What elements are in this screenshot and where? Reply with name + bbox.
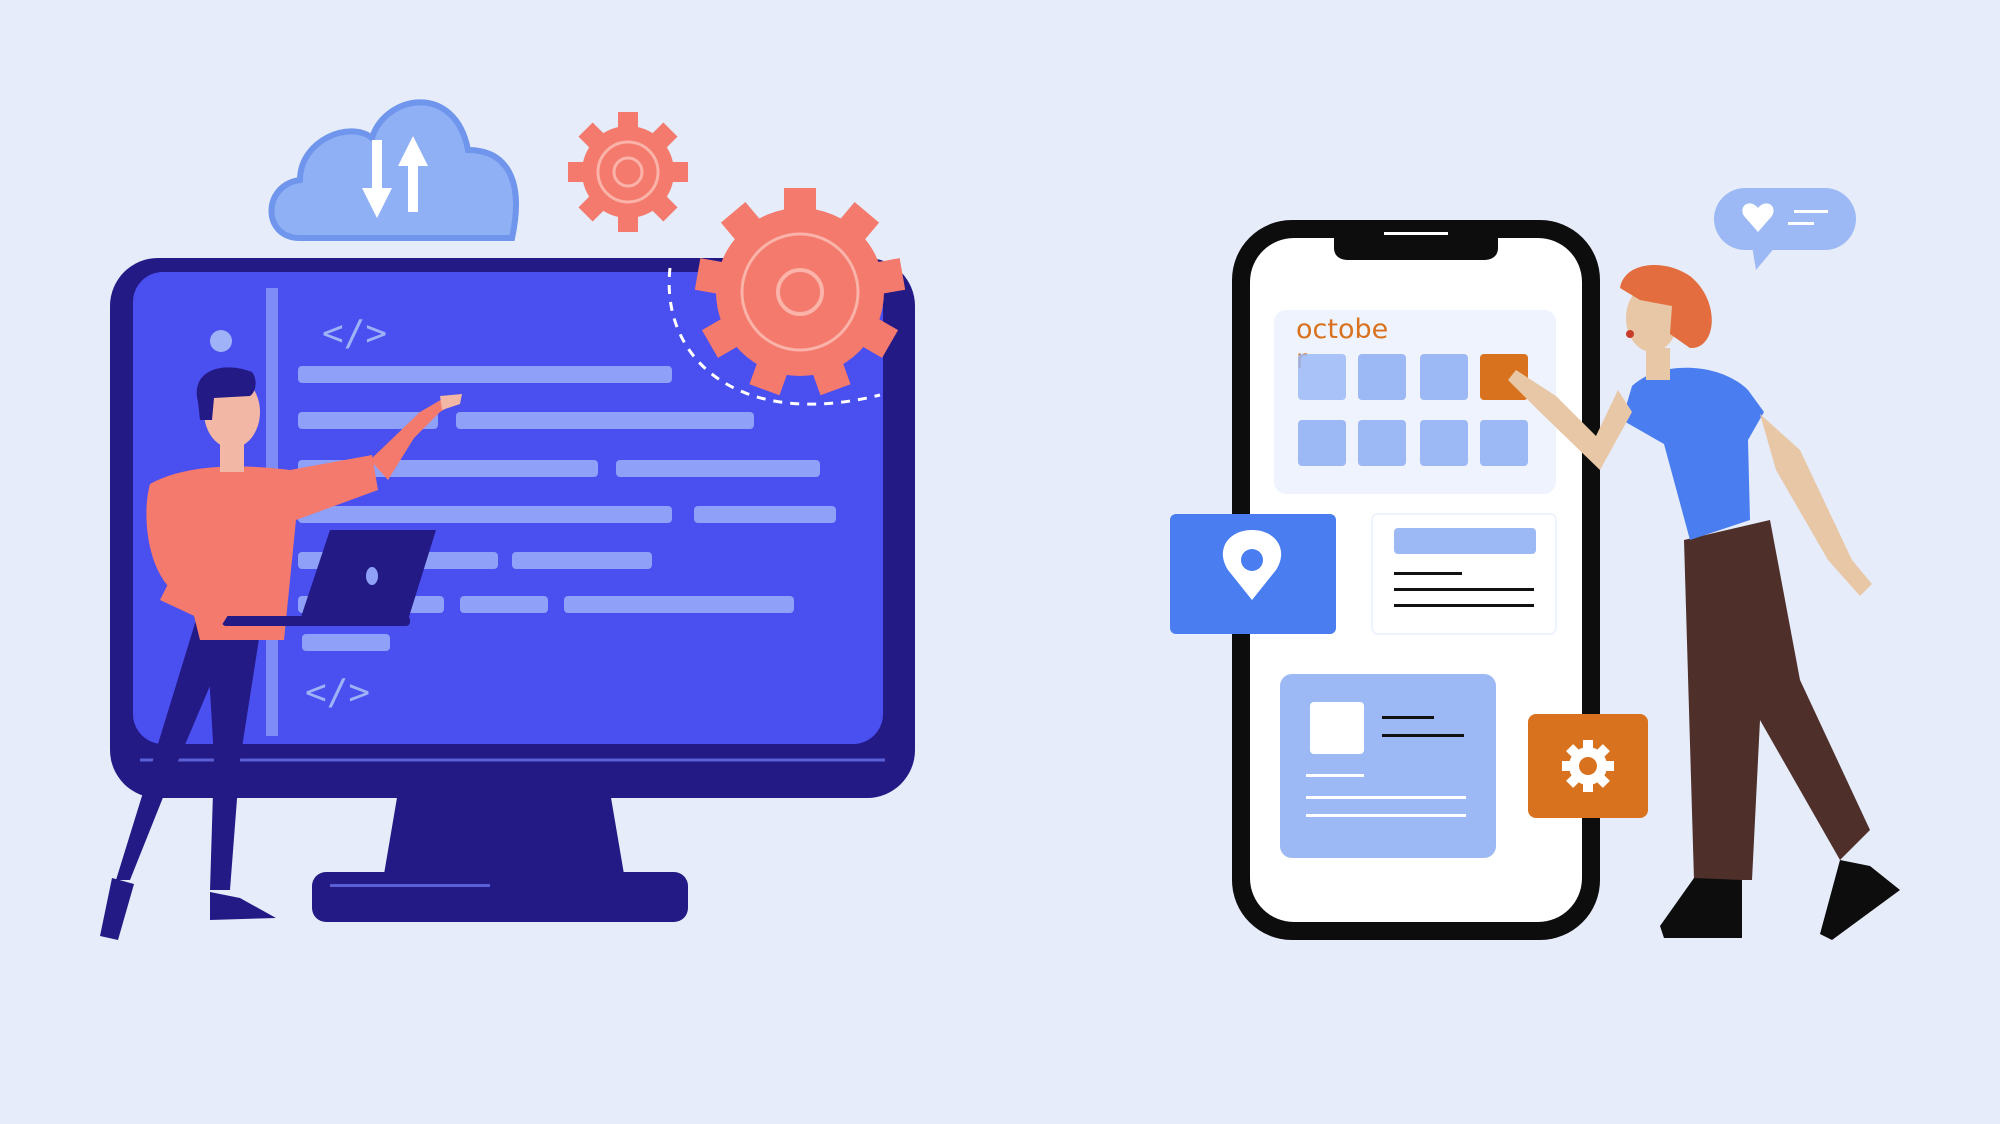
media-card xyxy=(1280,674,1496,858)
calendar-day[interactable] xyxy=(1420,354,1468,400)
gear-icon xyxy=(1562,740,1614,792)
code-line xyxy=(512,552,652,569)
code-close-tag: </> xyxy=(305,672,370,713)
calendar-month: octobe xyxy=(1296,314,1388,345)
code-line xyxy=(302,634,390,651)
code-line xyxy=(298,366,672,383)
code-line xyxy=(456,412,754,429)
calendar-day[interactable] xyxy=(1480,420,1528,466)
code-open-tag: </> xyxy=(322,313,387,354)
calendar-day[interactable] xyxy=(1358,354,1406,400)
heart-chat-bubble-icon xyxy=(1714,188,1856,270)
calendar-day[interactable] xyxy=(1298,354,1346,400)
code-line xyxy=(298,506,672,523)
gear-small-icon xyxy=(568,112,688,232)
location-card[interactable] xyxy=(1170,514,1336,634)
code-line xyxy=(564,596,794,613)
phone-notch xyxy=(1334,236,1498,260)
code-line xyxy=(694,506,836,523)
calendar-day[interactable] xyxy=(1358,420,1406,466)
settings-card[interactable] xyxy=(1528,714,1648,818)
screen-dot xyxy=(210,330,232,352)
cloud-sync-icon xyxy=(268,99,519,241)
monitor-base xyxy=(312,872,688,922)
code-line xyxy=(616,460,820,477)
calendar-day[interactable] xyxy=(1298,420,1346,466)
media-thumbnail xyxy=(1310,702,1364,754)
illustration-scene: </> </> octobe xyxy=(100,99,1900,940)
calendar-day[interactable] xyxy=(1420,420,1468,466)
code-line xyxy=(460,596,548,613)
